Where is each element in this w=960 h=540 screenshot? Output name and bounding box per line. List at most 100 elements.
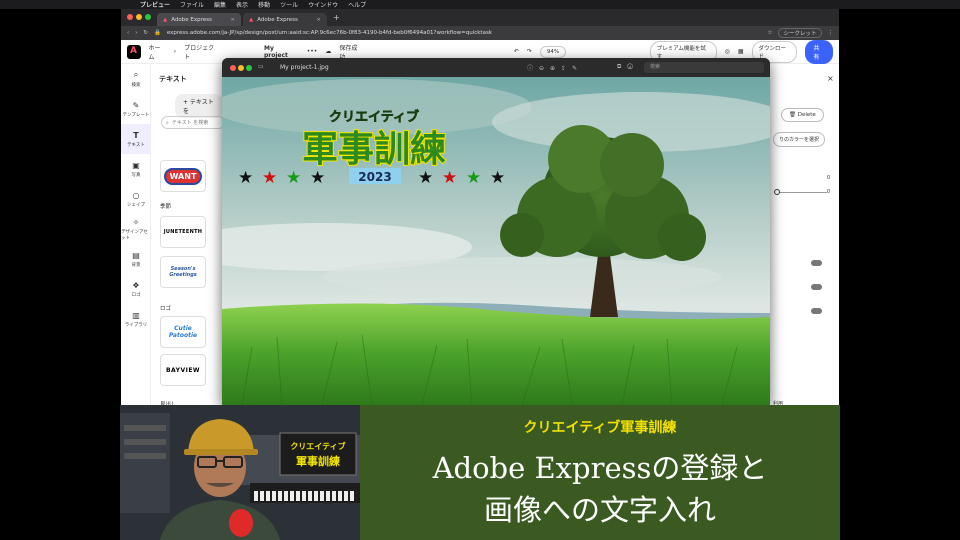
svg-text:★: ★	[442, 168, 457, 188]
more-icon[interactable]: •••	[307, 48, 318, 55]
close-window-icon[interactable]	[127, 14, 133, 20]
preview-titlebar: ▭ My project-1.jpg ⓘ⊖⊕⇪✎ ⧉ⓐ 検索	[222, 58, 770, 77]
help-icon[interactable]: ◎	[725, 48, 730, 55]
menu-window[interactable]: ウインドウ	[308, 0, 338, 9]
shape-icon: ○	[132, 190, 140, 200]
minimize-window-icon[interactable]	[136, 14, 142, 20]
share-button[interactable]: 共有	[805, 39, 834, 64]
close-tab-icon[interactable]: ×	[230, 17, 235, 23]
adobe-favicon-icon: ▲	[249, 16, 254, 23]
sign-line2: 軍事訓練	[296, 454, 340, 468]
menu-app[interactable]: プレビュー	[140, 0, 170, 9]
svg-text:★: ★	[310, 168, 325, 188]
webcam-image: クリエイティブ 軍事訓練	[120, 405, 360, 540]
project-name[interactable]: My project	[264, 45, 299, 59]
menu-edit[interactable]: 編集	[214, 0, 226, 9]
photo-icon: ▣	[132, 160, 140, 170]
search-icon: ⌕	[133, 70, 139, 79]
value-1: 0	[827, 175, 831, 181]
adobe-favicon-icon: ▲	[163, 16, 168, 23]
menu-go[interactable]: 移動	[258, 0, 270, 9]
mac-menubar: プレビュー ファイル 編集 表示 移動 ツール ウインドウ ヘルプ	[0, 0, 960, 9]
close-icon[interactable]: ×	[827, 74, 834, 83]
browser-tab-1[interactable]: ▲ Adobe Express ×	[157, 13, 241, 26]
apps-icon[interactable]: ▦	[738, 48, 744, 55]
close-window-icon[interactable]	[230, 65, 236, 71]
toolbar-icons[interactable]: ⓘ⊖⊕⇪✎	[527, 63, 583, 72]
text-search-input[interactable]: ⌕ テキスト を検索	[161, 116, 225, 129]
image-subtitle: クリエイティブ	[329, 109, 419, 125]
cloud-icon: ☁	[325, 48, 332, 55]
forward-icon[interactable]: ›	[135, 30, 137, 36]
sign-board	[279, 432, 357, 476]
close-tab-icon[interactable]: ×	[316, 17, 321, 23]
minimize-window-icon[interactable]	[238, 65, 244, 71]
rail-logo[interactable]: ❖ ロゴ	[121, 274, 151, 304]
webcam-feed: クリエイティブ 軍事訓練	[120, 405, 360, 540]
reload-icon[interactable]: ↻	[143, 30, 148, 36]
adobe-express-logo[interactable]	[127, 44, 141, 59]
preview-window: ▭ My project-1.jpg ⓘ⊖⊕⇪✎ ⧉ⓐ 検索 クリエイティブ 軍…	[222, 58, 770, 405]
text-card-bayview[interactable]: BAYVIEW	[160, 354, 206, 386]
banner-series-title: クリエイティブ軍事訓練	[523, 420, 677, 436]
zoom-select[interactable]: 94%	[539, 45, 567, 58]
text-card-seasons[interactable]: Season's Greetings	[160, 256, 206, 288]
maximize-window-icon[interactable]	[246, 65, 252, 71]
toggle-3[interactable]	[811, 308, 822, 314]
rail-search[interactable]: ⌕ 検索	[121, 64, 151, 94]
left-rail: ⌕ 検索 ✎ テンプレート T テキスト ▣ 写真 ○ シェイプ ✧ デザインアセット ▤ 背…	[121, 64, 151, 405]
maximize-window-icon[interactable]	[145, 14, 151, 20]
undo-icon[interactable]: ↶	[514, 48, 519, 55]
text-card-want[interactable]: WANT	[160, 160, 206, 192]
rail-templates[interactable]: ✎ テンプレート	[121, 94, 151, 124]
slider-handle[interactable]	[774, 189, 780, 195]
menu-view[interactable]: 表示	[236, 0, 248, 9]
toggle-1[interactable]	[811, 260, 822, 266]
text-card-juneteenth[interactable]: JUNETEENTH	[160, 216, 206, 248]
tab-bar: ▲ Adobe Express × ▲ Adobe Express × +	[121, 9, 839, 26]
preview-search-input[interactable]: 検索	[644, 62, 764, 73]
menu-tools[interactable]: ツール	[280, 0, 298, 9]
svg-text:★: ★	[286, 168, 301, 188]
browser-tab-2[interactable]: ▲ Adobe Express ×	[243, 13, 327, 26]
menu-file[interactable]: ファイル	[180, 0, 204, 9]
panel-title: テキスト	[159, 75, 187, 83]
section-logo: ロゴ	[160, 306, 172, 312]
rail-text[interactable]: T テキスト	[121, 124, 151, 154]
rail-library[interactable]: ▥ ライブラリ	[121, 304, 151, 334]
microphone	[229, 509, 253, 537]
menu-help[interactable]: ヘルプ	[348, 0, 366, 9]
template-icon: ✎	[132, 100, 140, 110]
markup-icons[interactable]: ⧉ⓐ	[617, 63, 639, 71]
star-icon[interactable]: ☆	[768, 30, 773, 36]
url-field[interactable]: express.adobe.com/ja-JP/sp/design/post/u…	[167, 30, 762, 36]
text-card-cutie[interactable]: Cutie Patootie	[160, 316, 206, 348]
sign-line1: クリエイティブ	[290, 441, 345, 451]
text-panel: テキスト + テキストを ⌕ テキスト を検索 WANT 季節 JUNETEEN…	[151, 64, 225, 408]
rail-photos[interactable]: ▣ 写真	[121, 154, 151, 184]
breadcrumb-projects[interactable]: プロジェクト	[184, 43, 219, 61]
sidebar-toggle-icon[interactable]: ▭	[258, 63, 264, 70]
svg-text:★: ★	[490, 168, 505, 188]
color-select-button[interactable]: りのカラーを選択	[773, 132, 826, 147]
image-title: 軍事訓練	[302, 129, 446, 170]
toggle-2[interactable]	[811, 284, 822, 290]
tab-label: Adobe Express	[171, 16, 212, 23]
banner-title-line1: Adobe Expressの登録と	[432, 451, 768, 485]
incognito-badge[interactable]: シークレット	[778, 28, 822, 38]
section-seasonal: 季節	[160, 204, 172, 210]
lock-icon: 🔒	[154, 30, 161, 36]
assets-icon: ✧	[132, 217, 140, 227]
add-text-button[interactable]: + テキストを	[175, 94, 223, 118]
settings-pane: × 🗑 Delete りのカラーを選択 0 0 利用	[771, 64, 839, 407]
redo-icon[interactable]: ↷	[527, 48, 532, 55]
svg-text:★: ★	[262, 168, 277, 188]
menu-dots-icon[interactable]: ⋮	[828, 30, 834, 36]
rail-background[interactable]: ▤ 背景	[121, 244, 151, 274]
breadcrumb-home[interactable]: ホーム	[149, 43, 166, 61]
back-icon[interactable]: ‹	[127, 30, 129, 36]
delete-button[interactable]: 🗑 Delete	[781, 108, 824, 122]
rail-shapes[interactable]: ○ シェイプ	[121, 184, 151, 214]
rail-assets[interactable]: ✧ デザインアセット	[121, 214, 151, 244]
new-tab-icon[interactable]: +	[333, 13, 340, 22]
